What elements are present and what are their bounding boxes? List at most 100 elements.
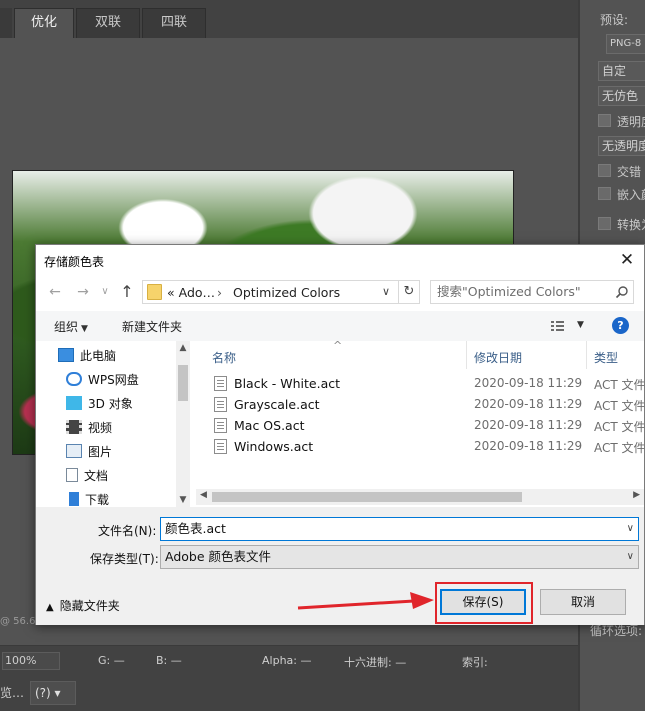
hide-folders-toggle[interactable]: ▲ 隐藏文件夹 (46, 597, 120, 614)
forward-arrow-icon[interactable]: → (74, 283, 92, 301)
picture-icon (66, 444, 82, 458)
dialog-title: 存储颜色表 (44, 255, 105, 269)
filetype-label: 保存类型(T): (90, 552, 159, 566)
sort-up-icon: ^ (333, 341, 343, 352)
close-icon[interactable]: ✕ (616, 249, 638, 271)
ps-footer: 览… (?) ▾ (0, 675, 578, 711)
nav-item-this-pc[interactable]: 此电脑 (58, 345, 116, 367)
up-arrow-icon[interactable]: ↑ (118, 283, 136, 301)
ps-tab-bar: 优化 双联 四联 (0, 0, 578, 38)
breadcrumb-parent[interactable]: « Ado… (167, 285, 215, 300)
preset-label: 预设: (600, 13, 629, 27)
file-type: ACT 文件 (594, 399, 644, 413)
dither-select[interactable]: 无仿色 (598, 86, 645, 106)
column-divider[interactable] (466, 341, 467, 369)
search-input[interactable]: 搜索"Optimized Colors" (430, 280, 634, 304)
view-options-icon[interactable] (550, 319, 566, 333)
file-row[interactable]: Grayscale.act 2020-09-18 11:29 ACT 文件 (196, 394, 644, 415)
filetype-value: Adobe 颜色表文件 (165, 549, 272, 564)
column-header-name[interactable]: 名称 (212, 349, 236, 366)
tab-2-up[interactable]: 双联 (76, 8, 140, 38)
view-caret-icon[interactable]: ▼ (577, 320, 584, 330)
help-dropdown[interactable]: (?) ▾ (30, 681, 76, 705)
column-header-date[interactable]: 修改日期 (474, 349, 522, 366)
transparency-label: 透明度 (617, 115, 645, 129)
interlaced-checkbox[interactable] (598, 164, 611, 177)
zoom-hint: @ 56.6 (0, 616, 36, 627)
transparency-checkbox[interactable] (598, 114, 611, 127)
column-divider[interactable] (586, 341, 587, 369)
file-row[interactable]: Mac OS.act 2020-09-18 11:29 ACT 文件 (196, 415, 644, 436)
tab-4-up[interactable]: 四联 (142, 8, 206, 38)
nav-item-label: 下载 (85, 493, 110, 507)
breadcrumb-current[interactable]: Optimized Colors (233, 285, 340, 300)
dialog-footer: 文件名(N): 颜色表.act ∨ 保存类型(T): Adobe 颜色表文件 ∨… (36, 507, 644, 625)
address-bar[interactable]: « Ado… › Optimized Colors ∨ (142, 280, 420, 304)
navigation-pane: 此电脑 WPS网盘 3D 对象 视频 图片 文档 下载 (36, 341, 188, 507)
column-header-type[interactable]: 类型 (594, 349, 618, 366)
question-icon: (?) (35, 686, 51, 700)
file-icon (214, 376, 227, 391)
nav-item-label: 此电脑 (80, 349, 117, 363)
scroll-down-icon[interactable]: ▼ (176, 495, 190, 505)
nav-item-label: WPS网盘 (88, 373, 139, 387)
file-name: Grayscale.act (234, 397, 320, 412)
nav-item-wps-drive[interactable]: WPS网盘 (66, 369, 139, 391)
file-name: Mac OS.act (234, 418, 305, 433)
file-icon (214, 439, 227, 454)
recent-chevron-icon[interactable]: ∨ (96, 283, 114, 301)
ps-tab-left-edge (0, 8, 12, 38)
address-dropdown-icon[interactable]: ∨ (377, 282, 395, 302)
matte-select[interactable]: 无透明度 (598, 136, 645, 156)
scroll-left-icon[interactable]: ◀ (200, 490, 207, 500)
convert-label: 转换为 (617, 218, 645, 232)
file-scroll-thumb[interactable] (212, 492, 522, 502)
interlaced-label: 交错 (617, 165, 642, 179)
nav-item-label: 文档 (84, 469, 109, 483)
file-icon (214, 397, 227, 412)
nav-item-documents[interactable]: 文档 (66, 465, 108, 487)
nav-item-videos[interactable]: 视频 (66, 417, 112, 439)
cube-icon (66, 396, 82, 410)
alpha-value: Alpha: — (262, 654, 312, 667)
chevron-up-icon: ▲ (46, 602, 54, 613)
tab-optimized[interactable]: 优化 (14, 8, 74, 38)
format-select[interactable]: PNG-8 (606, 34, 645, 54)
file-row[interactable]: Windows.act 2020-09-18 11:29 ACT 文件 (196, 436, 644, 457)
convert-checkbox[interactable] (598, 217, 611, 230)
caret-down-icon: ▼ (81, 324, 88, 334)
file-date: 2020-09-18 11:29 (474, 376, 583, 390)
file-date: 2020-09-18 11:29 (474, 397, 583, 411)
nav-item-pictures[interactable]: 图片 (66, 441, 112, 463)
filetype-select[interactable]: Adobe 颜色表文件 ∨ (160, 545, 639, 569)
file-type: ACT 文件 (594, 378, 644, 392)
file-list: ^ 名称 修改日期 类型 Black - White.act 2020-09-1… (196, 341, 644, 507)
folder-icon (147, 284, 162, 300)
scroll-up-icon[interactable]: ▲ (176, 343, 190, 353)
document-icon (66, 468, 78, 482)
embed-label: 嵌入颜 (617, 188, 645, 202)
new-folder-button[interactable]: 新建文件夹 (122, 318, 182, 335)
back-arrow-icon[interactable]: ← (46, 283, 64, 301)
cancel-button[interactable]: 取消 (540, 589, 626, 615)
filename-history-chevron-icon[interactable]: ∨ (627, 518, 634, 540)
nav-item-3d-objects[interactable]: 3D 对象 (66, 393, 133, 415)
filename-value: 颜色表.act (165, 521, 226, 536)
refresh-icon[interactable]: ↻ (398, 280, 420, 304)
save-button[interactable]: 保存(S) (440, 589, 526, 615)
file-row[interactable]: Black - White.act 2020-09-18 11:29 ACT 文… (196, 373, 644, 394)
organize-button[interactable]: 组织 ▼ (54, 318, 88, 335)
help-icon[interactable]: ? (612, 317, 629, 334)
reduction-select[interactable]: 自定 (598, 61, 645, 81)
computer-icon (58, 348, 74, 362)
filename-input[interactable]: 颜色表.act ∨ (160, 517, 639, 541)
file-list-scrollbar[interactable]: ◀ ▶ (196, 489, 644, 505)
hex-value: 十六进制: — (344, 656, 407, 669)
zoom-select[interactable]: 100% (2, 652, 60, 670)
save-color-table-dialog: 存储颜色表 ✕ ← → ∨ ↑ « Ado… › Optimized Color… (35, 244, 645, 625)
nav-scrollbar[interactable]: ▲ ▼ (176, 341, 190, 507)
nav-item-downloads[interactable]: 下载 (66, 489, 109, 507)
scroll-right-icon[interactable]: ▶ (633, 490, 640, 500)
nav-scroll-thumb[interactable] (178, 365, 188, 401)
embed-checkbox[interactable] (598, 187, 611, 200)
